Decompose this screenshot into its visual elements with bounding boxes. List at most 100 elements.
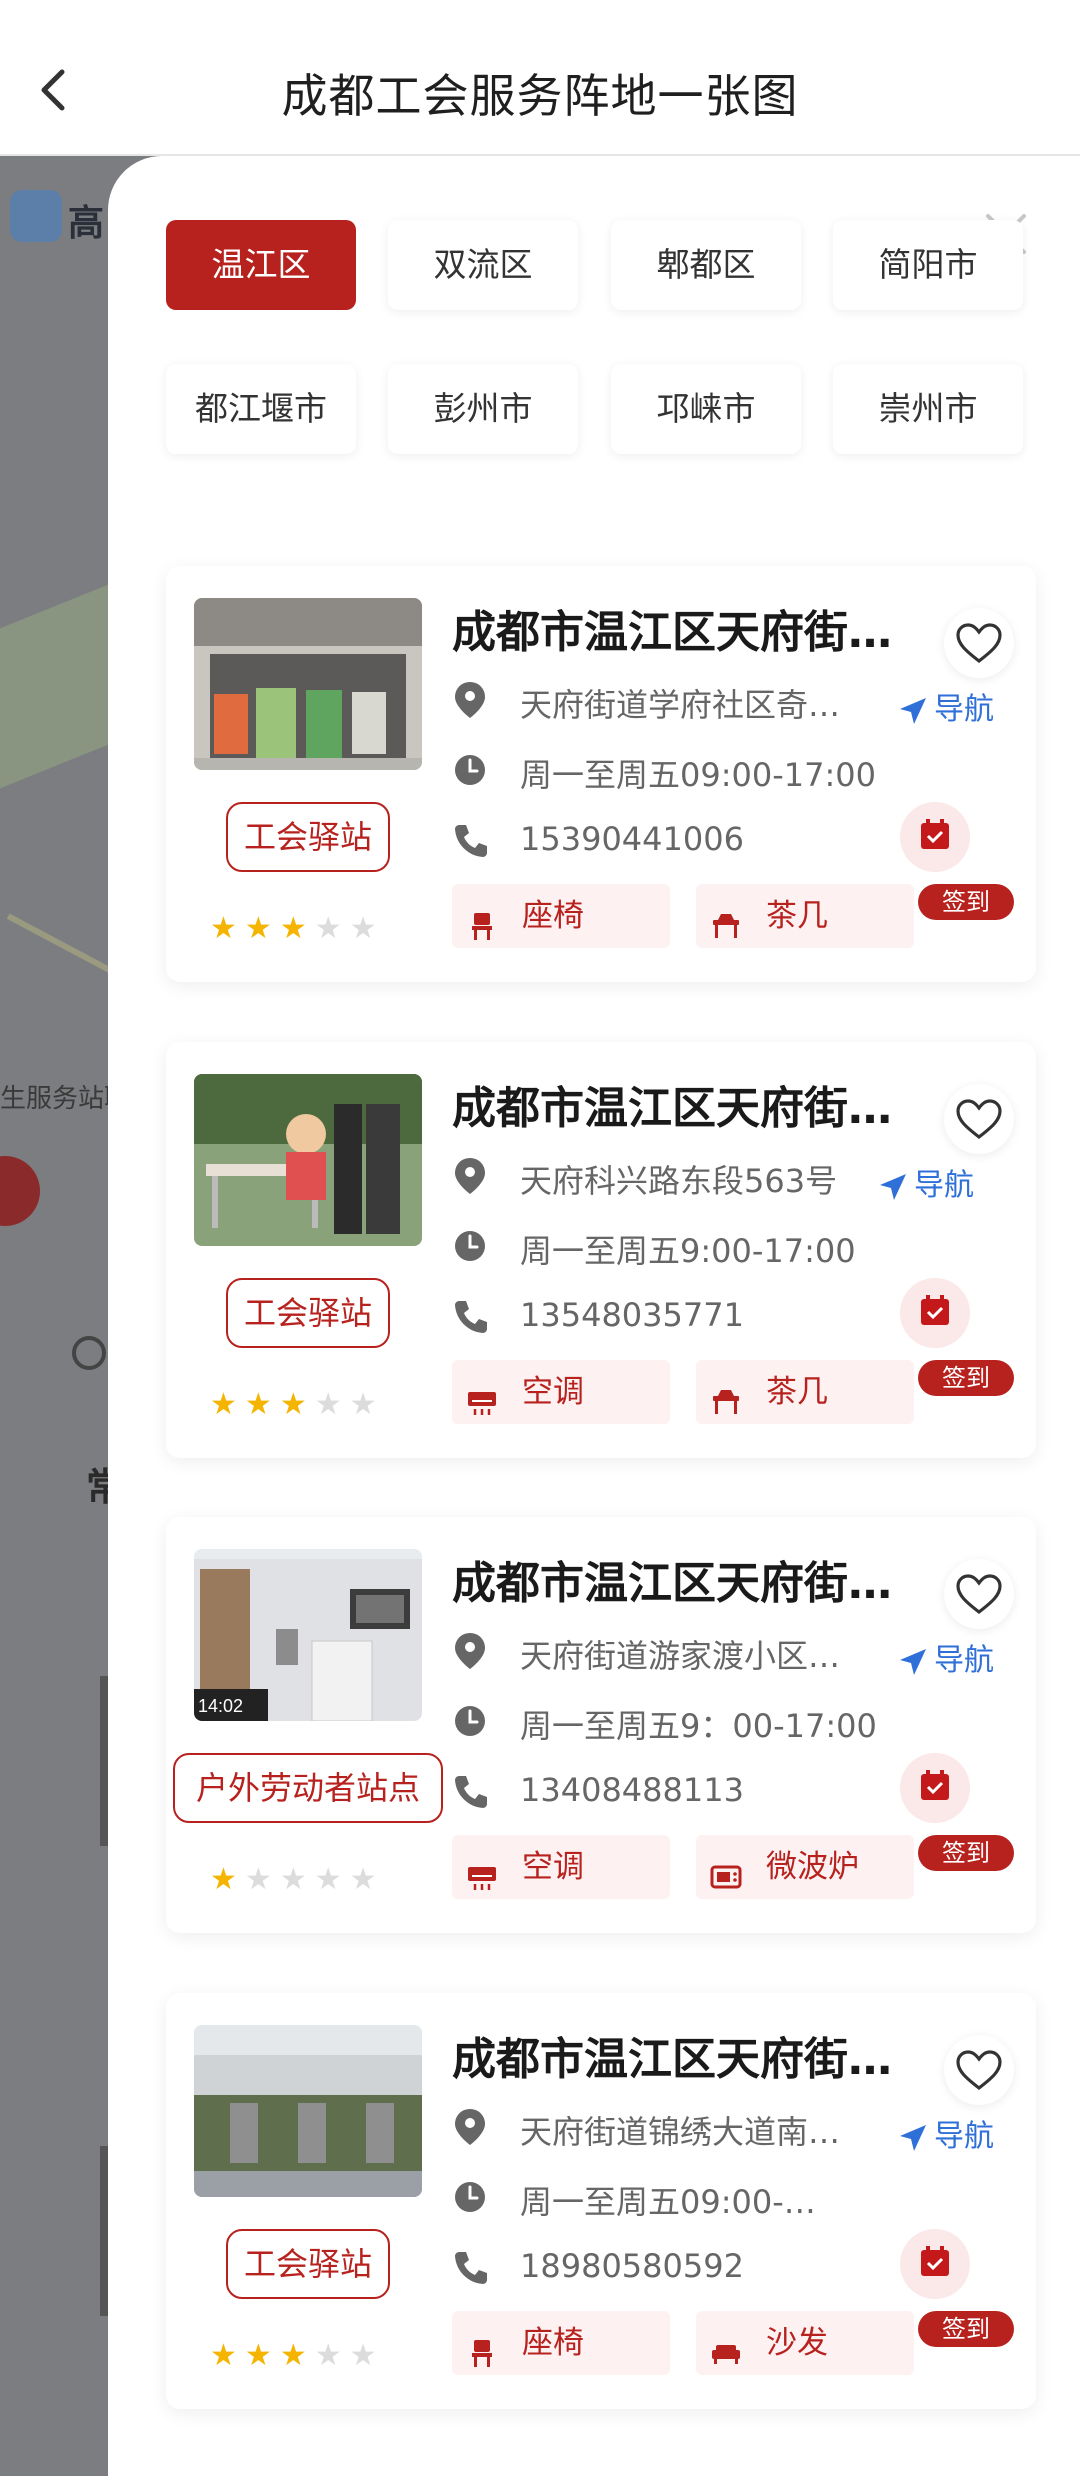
rating-star-icon: ★ — [210, 1862, 237, 1897]
clock-icon — [452, 1226, 488, 1266]
station-title[interactable]: 成都市温江区天府街道服务站… — [452, 1072, 922, 1136]
hours-row: 周一至周五09:00-17:00 — [452, 750, 876, 794]
clock-icon — [452, 1701, 488, 1741]
address-text: 天府街道游家渡小区… — [520, 1637, 841, 1675]
station-type-badge: 工会驿站 — [226, 2229, 390, 2299]
station-title[interactable]: 成都市温江区天府街道学府社区奇… — [452, 596, 922, 660]
phone-text[interactable]: 18980580592 — [520, 2247, 860, 2285]
rating-stars: ★ ★ ★ ★ ★ — [210, 2341, 385, 2371]
address-text: 天府街道学府社区奇… — [520, 686, 841, 724]
phone-row[interactable]: 13548035771 — [452, 1296, 872, 1340]
location-pin-icon — [452, 2107, 488, 2147]
district-chip[interactable]: 温江区 — [166, 220, 356, 310]
amenity-tag: 座椅 — [452, 2311, 670, 2375]
calendar-check-icon — [921, 1295, 949, 1325]
navigate-link[interactable]: 导航 — [898, 2111, 994, 2155]
station-title[interactable]: 成都市温江区天府街道游家渡… — [452, 1547, 922, 1611]
favorite-button[interactable] — [944, 1084, 1014, 1154]
phone-row[interactable]: 15390441006 — [452, 820, 872, 864]
phone-text[interactable]: 13408488113 — [520, 1771, 860, 1809]
checkin-button[interactable] — [900, 1278, 970, 1348]
amenity-label: 座椅 — [522, 2325, 584, 2361]
district-chip[interactable]: 崇州市 — [833, 364, 1023, 454]
checkin-button[interactable] — [900, 2229, 970, 2299]
district-chip[interactable]: 邛崃市 — [611, 364, 801, 454]
address-row: 天府街道锦绣大道南… — [452, 2107, 892, 2151]
station-card[interactable]: 工会驿站★★★★★成都市温江区天府街道锦绣…天府街道锦绣大道南…导航周一至周五0… — [166, 1993, 1036, 2409]
station-card[interactable]: 工会驿站 ★★★★★ 成都市温江区天府街道学府社区奇… 天府街道学府社区奇… 导航周一至… — [166, 566, 1036, 982]
rating-star-icon: ★ — [349, 1387, 377, 1422]
heart-icon — [956, 623, 1002, 664]
page-title: 成都工会服务阵地一张图 — [281, 69, 799, 123]
phone-icon — [452, 1771, 488, 1811]
station-type-badge: 工会驿站 — [226, 802, 390, 872]
district-chip[interactable]: 双流区 — [388, 220, 578, 310]
rating-stars: ★ ★ ★ ★ ★ — [210, 1390, 385, 1420]
navigate-label: 导航 — [934, 1643, 994, 1678]
favorite-button[interactable] — [944, 608, 1014, 678]
navigate-link[interactable]: 导航 — [878, 1160, 974, 1204]
checkin-label[interactable]: 签到 — [918, 2311, 1014, 2347]
rating-star-icon: ★ — [244, 911, 272, 946]
station-title[interactable]: 成都市温江区天府街道锦绣… — [452, 2023, 922, 2087]
station-type-badge: 工会驿站 — [226, 1278, 390, 1348]
rating-star-icon: ★ — [210, 911, 237, 946]
phone-row[interactable]: 18980580592 — [452, 2247, 872, 2291]
favorite-button[interactable] — [944, 1559, 1014, 1629]
amenity-label: 茶几 — [766, 898, 828, 934]
rating-stars: ★ ★ ★ ★ ★ — [210, 1865, 385, 1895]
favorite-button[interactable] — [944, 2035, 1014, 2105]
amenity-label: 茶几 — [766, 1374, 828, 1410]
checkin-button[interactable] — [900, 802, 970, 872]
amenity-tag: 座椅 — [452, 884, 670, 948]
checkin-label[interactable]: 签到 — [918, 1835, 1014, 1871]
station-photo[interactable] — [194, 2025, 422, 2197]
amenity-tag: 空调 — [452, 1360, 670, 1424]
navigate-link[interactable]: 导航 — [898, 1635, 994, 1679]
tea-table-icon — [710, 1376, 742, 1414]
phone-icon — [452, 820, 488, 860]
map-app-logo-text: 高 — [68, 203, 105, 244]
navigate-link[interactable]: 导航 — [898, 684, 994, 728]
checkin-button[interactable] — [900, 1753, 970, 1823]
rating-star-icon: ★ — [244, 1862, 272, 1897]
station-photo[interactable] — [194, 1074, 422, 1246]
checkin-label[interactable]: 签到 — [918, 884, 1014, 920]
rating-star-icon: ★ — [244, 1387, 272, 1422]
phone-text[interactable]: 13548035771 — [520, 1296, 860, 1334]
station-photo[interactable]: 14:02 — [194, 1549, 422, 1721]
phone-text[interactable]: 15390441006 — [520, 820, 860, 858]
hours-row: 周一至周五9：00-17:00 — [452, 1701, 877, 1745]
microwave-icon — [710, 1851, 742, 1889]
hours-row: 周一至周五9:00-17:00 — [452, 1226, 872, 1270]
air-conditioner-icon — [466, 1376, 498, 1415]
sofa-icon — [710, 2327, 742, 2364]
clock-icon — [452, 750, 488, 790]
rating-stars: ★ ★ ★ ★ ★ — [210, 914, 385, 944]
rating-star-icon: ★ — [314, 1387, 342, 1422]
calendar-check-icon — [921, 819, 949, 849]
calendar-check-icon — [921, 2246, 949, 2276]
air-conditioner-icon — [466, 1851, 498, 1890]
district-chip[interactable]: 简阳市 — [833, 220, 1023, 310]
station-photo[interactable] — [194, 598, 422, 770]
district-chip[interactable]: 都江堰市 — [166, 364, 356, 454]
station-card[interactable]: 工会驿站★★★★★成都市温江区天府街道服务站…天府科兴路东段563号导航周一至周… — [166, 1042, 1036, 1458]
heart-icon — [956, 1099, 1002, 1140]
search-icon — [72, 1336, 106, 1370]
checkin-label[interactable]: 签到 — [918, 1360, 1014, 1396]
station-card[interactable]: 14:02 户外劳动者站点 ★★★★★ 成都市温江区天府街道游家渡… 天府街道游家渡小区… — [166, 1517, 1036, 1933]
district-chip[interactable]: 彭州市 — [388, 364, 578, 454]
location-pin-icon — [452, 1156, 488, 1196]
phone-row[interactable]: 13408488113 — [452, 1771, 872, 1815]
address-row: 天府街道学府社区奇… — [452, 680, 892, 724]
station-type-badge: 户外劳动者站点 — [173, 1753, 443, 1823]
calendar-check-icon — [921, 1770, 949, 1800]
hours-text: 周一至周五09:00-17:00 — [520, 756, 876, 794]
navigation-arrow-icon — [900, 2124, 926, 2151]
address-text: 天府街道锦绣大道南… — [520, 2113, 841, 2151]
district-chip[interactable]: 郫都区 — [611, 220, 801, 310]
phone-icon — [452, 1296, 488, 1336]
rating-star-icon: ★ — [314, 2338, 342, 2373]
rating-star-icon: ★ — [210, 1387, 237, 1422]
